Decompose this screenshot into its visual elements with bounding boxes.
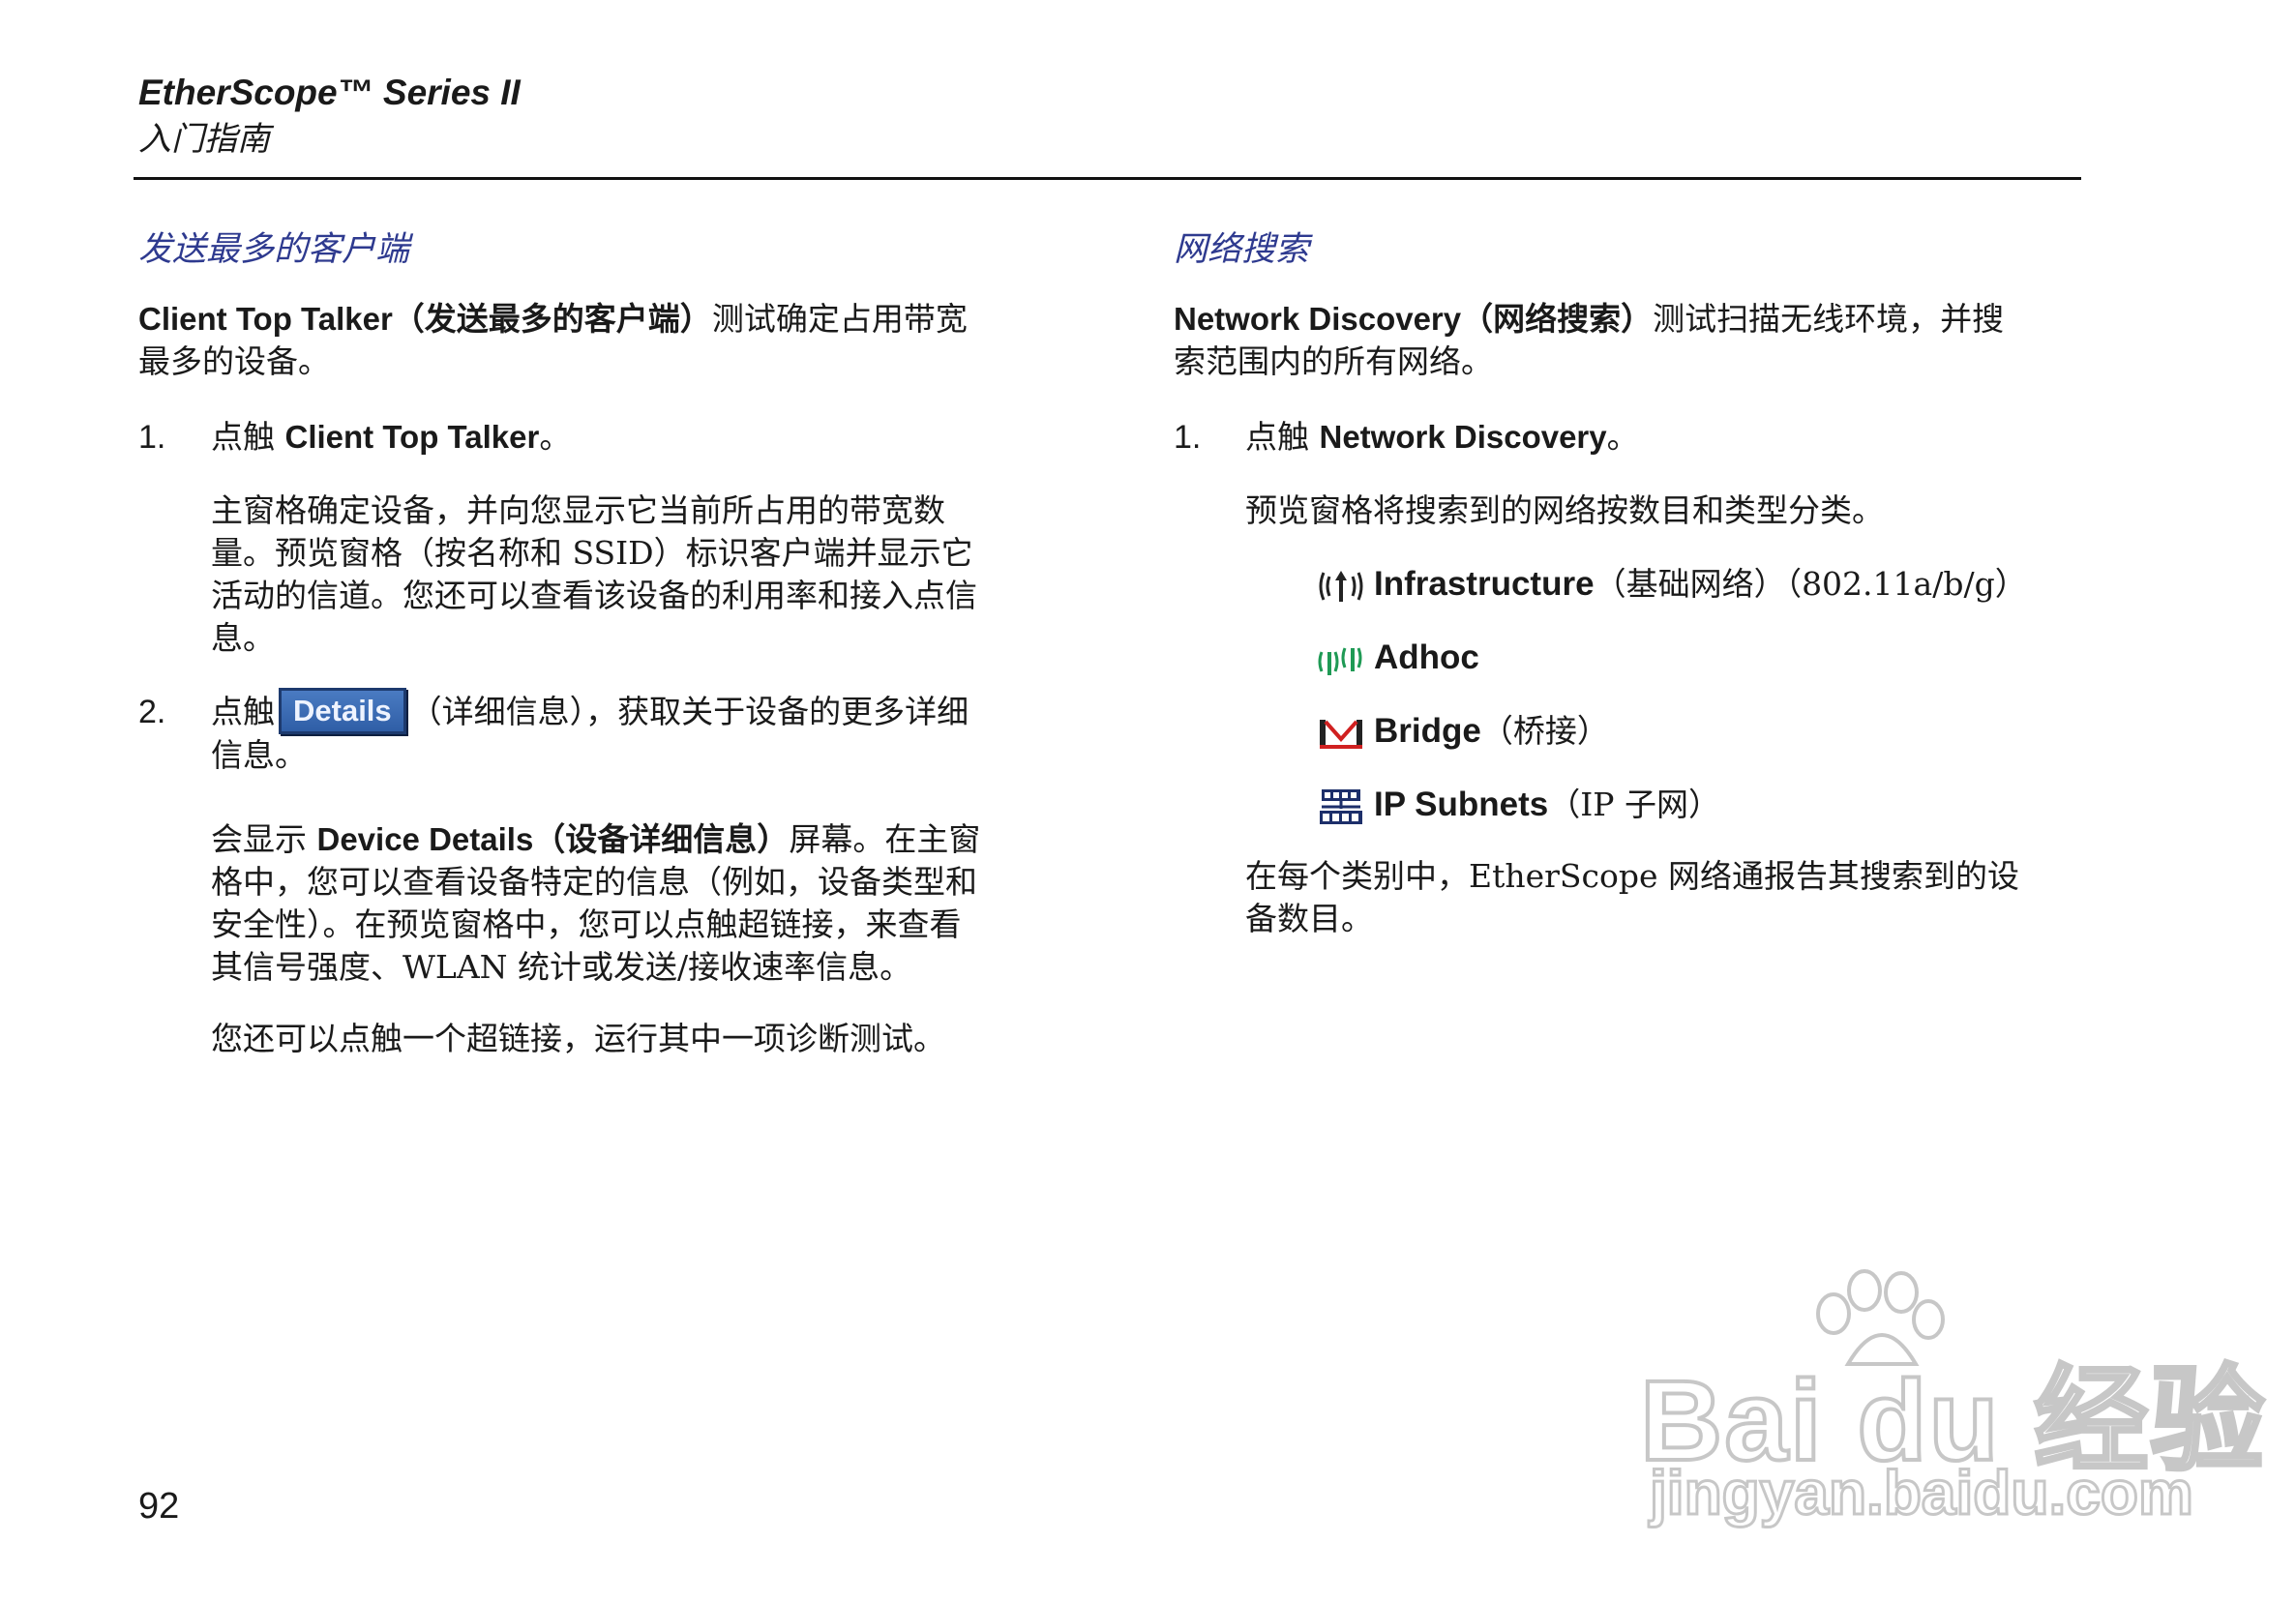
hyperlink-paragraph: 您还可以点触一个超链接，运行其中一项诊断测试。 bbox=[211, 1020, 945, 1057]
intro-paragraph-left: Client Top Talker（发送最多的客户端）测试确定占用带宽 最多的设… bbox=[138, 300, 968, 380]
infrastructure-icon bbox=[1316, 565, 1366, 608]
page-number: 92 bbox=[138, 1486, 180, 1527]
ip-subnets-icon bbox=[1316, 786, 1366, 828]
step-number-2-left: 2. bbox=[138, 694, 166, 730]
baidu-watermark: Bai du 经验 jingyan.baidu.com bbox=[1638, 1267, 2266, 1538]
step-1-left-text: 点触 Client Top Talker。 bbox=[211, 418, 572, 456]
device-details-paragraph: 会显示 Device Details（设备详细信息）屏幕。在主窗 格中，您可以查… bbox=[211, 820, 981, 986]
step-number-1-left: 1. bbox=[138, 419, 166, 456]
adhoc-icon bbox=[1316, 638, 1366, 681]
step-1-right-text: 点触 Network Discovery。 bbox=[1245, 418, 1639, 456]
list-item-ip-subnets: IP Subnets（IP 子网） bbox=[1316, 784, 1720, 828]
section-heading-network-discovery: 网络搜索 bbox=[1174, 230, 1310, 269]
closing-paragraph-right: 在每个类别中，EtherScope 网络通报告其搜索到的设 备数目。 bbox=[1245, 857, 2020, 937]
section-heading-client-top-talker: 发送最多的客户端 bbox=[138, 230, 410, 269]
intro-paragraph-right: Network Discovery（网络搜索）测试扫描无线环境，并搜 索范围内的… bbox=[1174, 300, 2005, 380]
list-item-bridge: Bridge（桥接） bbox=[1316, 710, 1609, 755]
watermark-url: jingyan.baidu.com bbox=[1649, 1457, 2195, 1529]
intro-bold-right: Network Discovery（网络搜索） bbox=[1174, 301, 1654, 337]
document-title: EtherScope™ Series II bbox=[138, 73, 521, 112]
step-1-right-paragraph: 预览窗格将搜索到的网络按数目和类型分类。 bbox=[1245, 491, 1884, 529]
step-2-left-text: 点触 Details （详细信息），获取关于设备的更多详细 信息。 bbox=[211, 688, 969, 777]
bridge-icon bbox=[1316, 712, 1366, 755]
document-subtitle: 入门指南 bbox=[138, 120, 270, 159]
intro-bold-left: Client Top Talker（发送最多的客户端） bbox=[138, 301, 712, 337]
step-number-1-right: 1. bbox=[1174, 419, 1202, 456]
header-divider bbox=[134, 177, 2081, 180]
list-item-infrastructure: Infrastructure（基础网络）（802.11a/b/g） bbox=[1316, 563, 2027, 608]
details-button[interactable]: Details bbox=[279, 688, 406, 734]
list-item-adhoc: Adhoc bbox=[1316, 637, 1479, 681]
step-1-left-paragraph: 主窗格确定设备，并向您显示它当前所占用的带宽数 量。预览窗格（按名称和 SSID… bbox=[211, 491, 977, 657]
